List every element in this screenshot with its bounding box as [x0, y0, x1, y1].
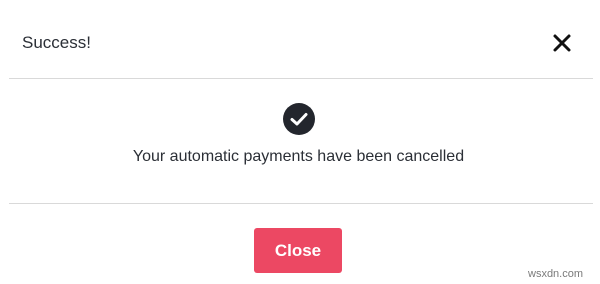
dialog-title: Success! — [22, 33, 91, 52]
footer-divider — [9, 203, 593, 204]
watermark: wsxdn.com — [528, 268, 584, 280]
success-message: Your automatic payments have been cancel… — [132, 148, 465, 165]
success-dialog: Success! Your automatic payments have be… — [0, 0, 600, 284]
header-divider — [9, 78, 593, 79]
check-circle-icon — [283, 103, 315, 135]
close-icon[interactable] — [550, 31, 574, 55]
close-button[interactable]: Close — [254, 228, 342, 273]
dialog-header: Success! — [0, 0, 600, 78]
